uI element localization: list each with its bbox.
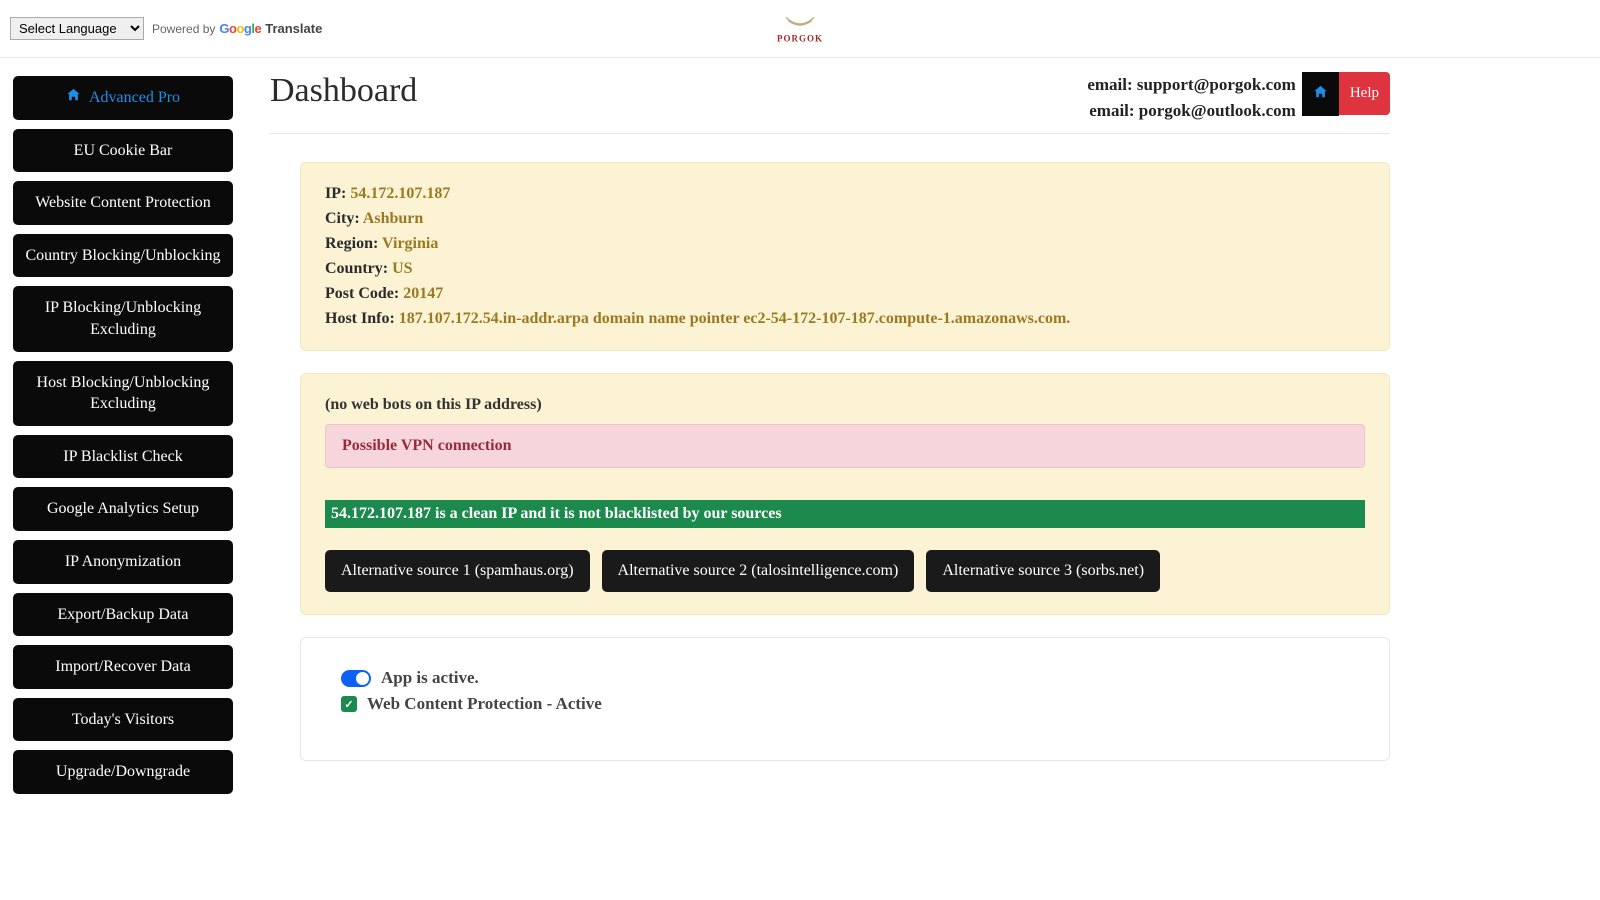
brand-name: PORGOK <box>777 34 823 43</box>
status-panel: App is active. ✓ Web Content Protection … <box>300 637 1390 761</box>
ip-info-panel: IP: 54.172.107.187 City: Ashburn Region:… <box>300 162 1390 351</box>
translate-label: Translate <box>265 21 322 36</box>
sidebar-item-ga-setup[interactable]: Google Analytics Setup <box>13 487 233 531</box>
sidebar-item-label: IP Blocking/Unblocking Excluding <box>45 299 201 338</box>
header-actions: email: support@porgok.com email: porgok@… <box>1087 72 1390 123</box>
sidebar-item-label: IP Anonymization <box>65 553 181 570</box>
sidebar-item-label: Advanced Pro <box>89 89 180 106</box>
bots-panel: (no web bots on this IP address) Possibl… <box>300 373 1390 615</box>
language-select[interactable]: Select Language <box>10 17 144 40</box>
brand-logo: PORGOK <box>777 14 823 43</box>
email-outlook: email: porgok@outlook.com <box>1087 98 1295 124</box>
sidebar-item-label: Upgrade/Downgrade <box>56 763 190 780</box>
wcp-active-label: Web Content Protection - Active <box>367 694 602 714</box>
sidebar-item-ip-blocking[interactable]: IP Blocking/Unblocking Excluding <box>13 286 233 351</box>
postcode-label: Post Code: <box>325 285 403 302</box>
google-logo-icon: Google <box>219 21 261 36</box>
ip-label: IP: <box>325 185 350 202</box>
alt-source-label: Alternative source 2 (talosintelligence.… <box>618 562 899 579</box>
home-button[interactable] <box>1302 72 1339 116</box>
country-value: US <box>392 260 412 277</box>
no-bots-text: (no web bots on this IP address) <box>325 396 1365 414</box>
brand-bowl-icon <box>783 14 817 32</box>
region-label: Region: <box>325 235 382 252</box>
page-title: Dashboard <box>270 72 417 110</box>
toggle-knob-icon <box>356 672 369 685</box>
page-header: Dashboard email: support@porgok.com emai… <box>270 72 1390 134</box>
sidebar-item-content-protection[interactable]: Website Content Protection <box>13 181 233 225</box>
sidebar-item-import[interactable]: Import/Recover Data <box>13 645 233 689</box>
alt-source-1-button[interactable]: Alternative source 1 (spamhaus.org) <box>325 550 590 592</box>
help-button[interactable]: Help <box>1339 72 1390 115</box>
sidebar-item-host-blocking[interactable]: Host Blocking/Unblocking Excluding <box>13 361 233 426</box>
powered-by-label: Powered by Google Translate <box>152 21 322 36</box>
alt-source-buttons: Alternative source 1 (spamhaus.org) Alte… <box>325 550 1365 592</box>
sidebar-item-advanced-pro[interactable]: Advanced Pro <box>13 76 233 120</box>
sidebar-item-label: IP Blacklist Check <box>63 448 182 465</box>
home-icon <box>1313 86 1328 103</box>
vpn-alert: Possible VPN connection <box>325 424 1365 468</box>
postcode-line: Post Code: 20147 <box>325 285 1365 303</box>
country-label: Country: <box>325 260 392 277</box>
region-line: Region: Virginia <box>325 235 1365 253</box>
support-emails: email: support@porgok.com email: porgok@… <box>1087 72 1295 123</box>
powered-by-text: Powered by <box>152 22 215 36</box>
wcp-active-row: ✓ Web Content Protection - Active <box>341 694 1349 714</box>
app-active-row: App is active. <box>341 668 1349 688</box>
host-line: Host Info: 187.107.172.54.in-addr.arpa d… <box>325 310 1365 328</box>
host-label: Host Info: <box>325 310 399 327</box>
app-active-toggle[interactable] <box>341 670 371 687</box>
alt-source-3-button[interactable]: Alternative source 3 (sorbs.net) <box>926 550 1160 592</box>
ip-line: IP: 54.172.107.187 <box>325 185 1365 203</box>
sidebar-item-upgrade[interactable]: Upgrade/Downgrade <box>13 750 233 794</box>
sidebar-item-label: Export/Backup Data <box>57 606 188 623</box>
ip-value: 54.172.107.187 <box>350 185 450 202</box>
help-label: Help <box>1350 85 1379 101</box>
email-support: email: support@porgok.com <box>1087 72 1295 98</box>
sidebar-item-label: Country Blocking/Unblocking <box>25 247 220 264</box>
sidebar-item-visitors[interactable]: Today's Visitors <box>13 698 233 742</box>
sidebar-item-country-blocking[interactable]: Country Blocking/Unblocking <box>13 234 233 278</box>
app-active-label: App is active. <box>381 668 479 688</box>
sidebar-item-label: Website Content Protection <box>35 194 211 211</box>
sidebar-item-label: Today's Visitors <box>72 711 174 728</box>
sidebar-item-label: Google Analytics Setup <box>47 500 199 517</box>
sidebar-item-eu-cookie[interactable]: EU Cookie Bar <box>13 129 233 173</box>
sidebar-item-label: Import/Recover Data <box>55 658 191 675</box>
sidebar-item-ip-anon[interactable]: IP Anonymization <box>13 540 233 584</box>
sidebar: Advanced Pro EU Cookie Bar Website Conte… <box>0 58 246 813</box>
postcode-value: 20147 <box>403 285 443 302</box>
top-bar: Select Language Powered by Google Transl… <box>0 0 1600 58</box>
country-line: Country: US <box>325 260 1365 278</box>
host-value: 187.107.172.54.in-addr.arpa domain name … <box>399 310 1071 327</box>
city-line: City: Ashburn <box>325 210 1365 228</box>
check-icon: ✓ <box>341 696 357 712</box>
sidebar-item-export[interactable]: Export/Backup Data <box>13 593 233 637</box>
city-label: City: <box>325 210 363 227</box>
sidebar-item-label: EU Cookie Bar <box>74 142 173 159</box>
alt-source-label: Alternative source 3 (sorbs.net) <box>942 562 1144 579</box>
city-value: Ashburn <box>363 210 423 227</box>
home-icon <box>66 89 85 106</box>
main-content: Dashboard email: support@porgok.com emai… <box>246 58 1426 791</box>
clean-ip-bar: 54.172.107.187 is a clean IP and it is n… <box>325 500 1365 528</box>
alt-source-label: Alternative source 1 (spamhaus.org) <box>341 562 574 579</box>
sidebar-item-ip-blacklist[interactable]: IP Blacklist Check <box>13 435 233 479</box>
region-value: Virginia <box>382 235 438 252</box>
sidebar-item-label: Host Blocking/Unblocking Excluding <box>37 374 210 413</box>
alt-source-2-button[interactable]: Alternative source 2 (talosintelligence.… <box>602 550 915 592</box>
